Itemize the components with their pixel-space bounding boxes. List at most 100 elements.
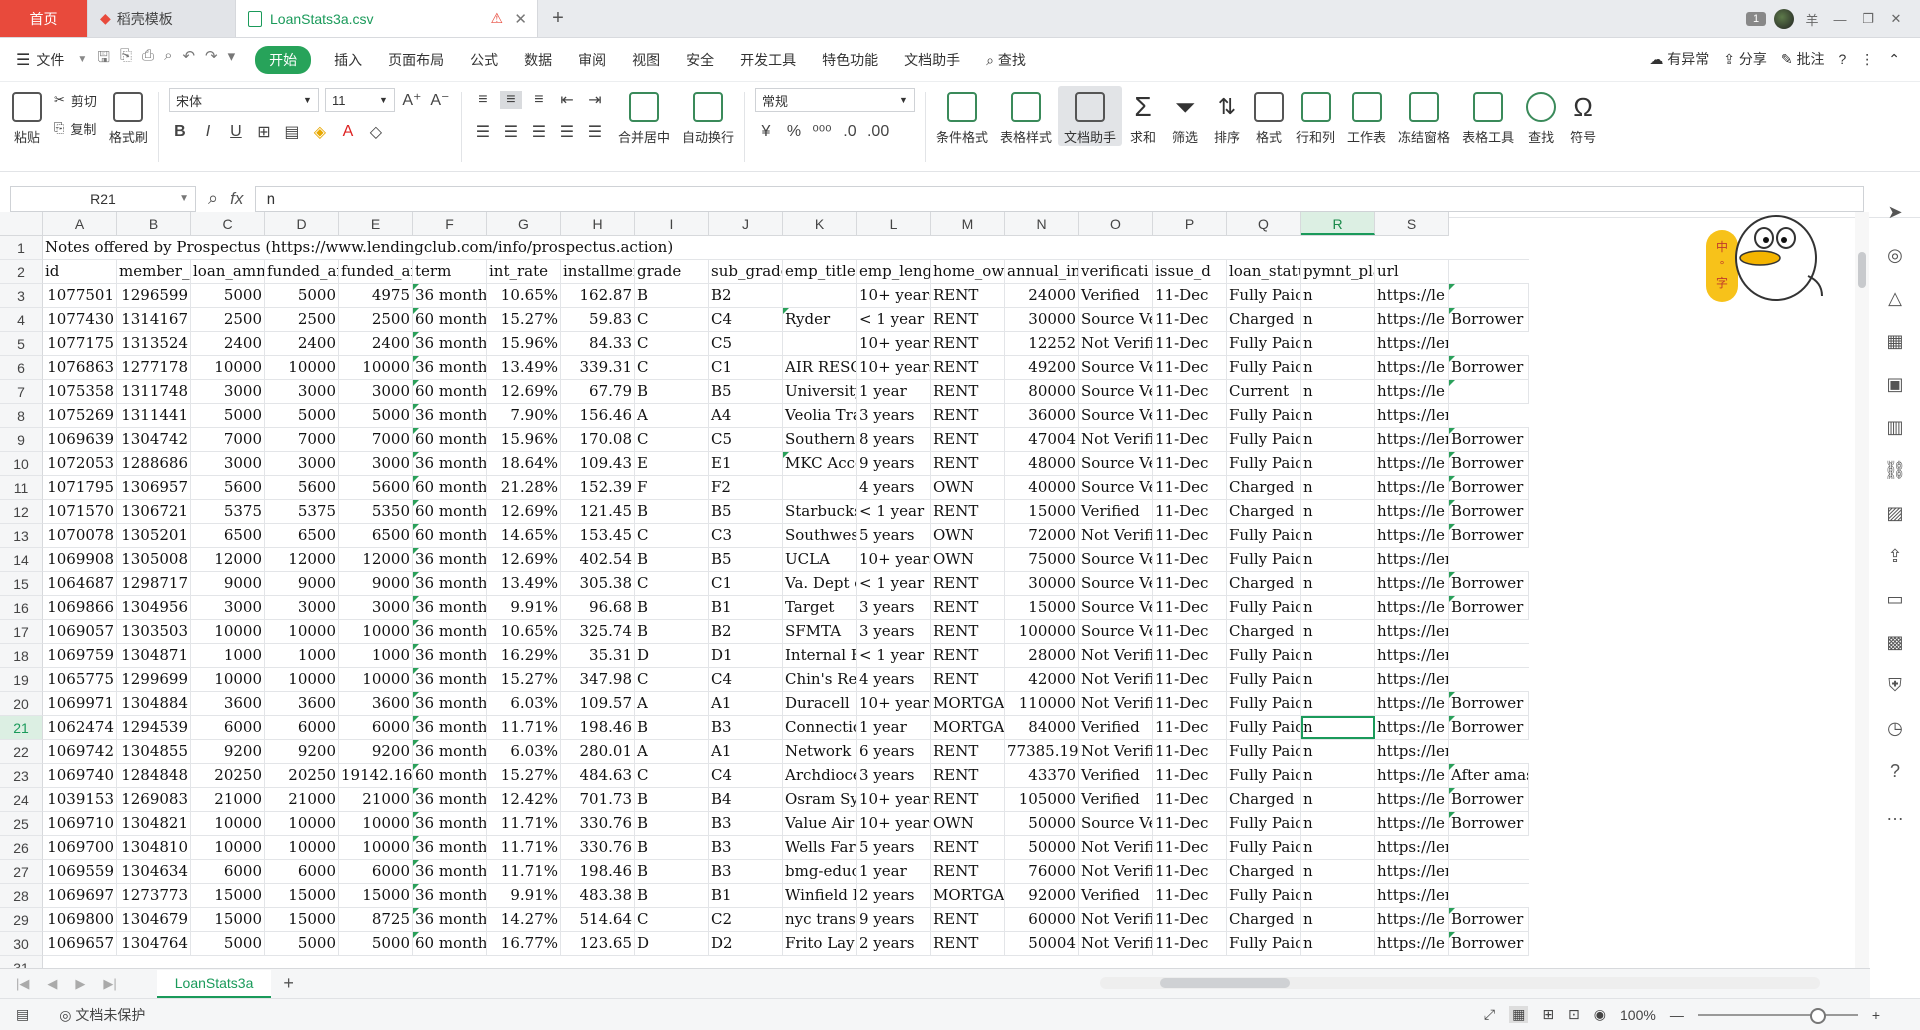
header-cell[interactable]: id <box>43 260 117 283</box>
table-cell[interactable]: 1288686 <box>117 452 191 475</box>
table-cell[interactable]: Fully Paic <box>1227 404 1301 427</box>
column-header-p[interactable]: P <box>1153 212 1227 235</box>
table-cell[interactable]: https://lendingclub. <box>1375 884 1449 907</box>
table-cell[interactable]: https://le <box>1375 596 1449 619</box>
table-cell[interactable]: 60 months <box>413 932 487 955</box>
table-cell[interactable]: 1069742 <box>43 740 117 763</box>
table-cell[interactable]: 4 years <box>857 476 931 499</box>
table-cell[interactable]: 5600 <box>339 476 413 499</box>
table-cell[interactable]: 1304679 <box>117 908 191 931</box>
currency-icon[interactable]: ¥ <box>755 123 777 141</box>
table-cell[interactable]: C3 <box>709 524 783 547</box>
table-cell[interactable]: 10+ years <box>857 356 931 379</box>
table-cell[interactable]: B1 <box>709 884 783 907</box>
table-cell[interactable]: 1311748 <box>117 380 191 403</box>
overflow-cell[interactable]: Borrower <box>1449 428 1529 451</box>
column-header-d[interactable]: D <box>265 212 339 235</box>
border-icon[interactable]: ⊞ <box>253 122 275 142</box>
table-cell[interactable]: Charged Of <box>1227 308 1301 331</box>
table-cell[interactable]: Not Verifi <box>1079 332 1153 355</box>
table-cell[interactable]: Not Verifi <box>1079 428 1153 451</box>
table-cell[interactable]: 36 months <box>413 908 487 931</box>
table-cell[interactable]: 9000 <box>339 572 413 595</box>
table-cell[interactable]: https://lendingclub. <box>1375 860 1449 883</box>
table-cell[interactable]: Va. Dept c <box>783 572 857 595</box>
table-cell[interactable]: 514.64 <box>561 908 635 931</box>
table-cell[interactable]: 5000 <box>191 932 265 955</box>
table-cell[interactable]: 1069657 <box>43 932 117 955</box>
row-header[interactable]: 18 <box>0 644 43 668</box>
table-cell[interactable]: n <box>1301 788 1375 811</box>
new-tab-button[interactable]: + <box>538 0 578 37</box>
table-cell[interactable]: Verified <box>1079 284 1153 307</box>
zoom-slider[interactable] <box>1697 1007 1858 1024</box>
table-cell[interactable]: 3000 <box>265 380 339 403</box>
table-cell[interactable]: n <box>1301 428 1375 451</box>
zoom-formula-icon[interactable]: ⌕ <box>208 188 218 209</box>
table-cell[interactable]: 21000 <box>191 788 265 811</box>
row-header[interactable]: 19 <box>0 668 43 692</box>
table-cell[interactable]: 484.63 <box>561 764 635 787</box>
table-cell[interactable]: Charged Of <box>1227 860 1301 883</box>
link-icon[interactable]: ⛓ <box>1884 460 1907 481</box>
column-header-a[interactable]: A <box>43 212 117 235</box>
table-cell[interactable]: 75000 <box>1005 548 1079 571</box>
table-cell[interactable]: Not Verifi <box>1079 644 1153 667</box>
row-header[interactable]: 11 <box>0 476 43 500</box>
table-cell[interactable]: 11-Dec <box>1153 452 1227 475</box>
table-cell[interactable]: A4 <box>709 404 783 427</box>
table-cell[interactable]: C <box>635 668 709 691</box>
share-icon[interactable]: ⇪ <box>1887 546 1902 567</box>
select-all-corner[interactable] <box>0 212 43 235</box>
header-cell[interactable]: verificati <box>1079 260 1153 283</box>
page-view-icon[interactable]: ⊞ <box>1542 1006 1554 1023</box>
table-cell[interactable]: Charged Of <box>1227 620 1301 643</box>
table-cell[interactable]: B1 <box>709 596 783 619</box>
table-cell[interactable]: Source Ver <box>1079 308 1153 331</box>
table-cell[interactable]: 1071795 <box>43 476 117 499</box>
header-cell[interactable]: pymnt_plar <box>1301 260 1375 283</box>
table-cell[interactable]: RENT <box>931 740 1005 763</box>
row-header[interactable]: 28 <box>0 884 43 908</box>
table-cell[interactable]: 67.79 <box>561 380 635 403</box>
table-cell[interactable]: 11-Dec <box>1153 716 1227 739</box>
table-cell[interactable]: Source Ver <box>1079 548 1153 571</box>
shield-icon[interactable]: ⛨ <box>1888 675 1902 696</box>
table-cell[interactable]: Source Ver <box>1079 452 1153 475</box>
table-cell[interactable]: n <box>1301 572 1375 595</box>
table-cell[interactable]: 1304634 <box>117 860 191 883</box>
table-cell[interactable]: 6.03% <box>487 692 561 715</box>
table-cell[interactable]: 12.69% <box>487 548 561 571</box>
eye-icon[interactable]: ◉ <box>1594 1006 1606 1023</box>
table-cell[interactable]: 9000 <box>265 572 339 595</box>
table-cell[interactable]: 10+ years <box>857 548 931 571</box>
cell-style-icon[interactable]: ▤ <box>281 122 303 142</box>
align-center-icon[interactable]: ☰ <box>500 122 522 142</box>
table-cell[interactable]: n <box>1301 356 1375 379</box>
table-cell[interactable]: 11-Dec <box>1153 284 1227 307</box>
table-cell[interactable]: 10+ years <box>857 788 931 811</box>
table-cell[interactable]: 6 years <box>857 740 931 763</box>
table-cell[interactable]: 6000 <box>191 716 265 739</box>
header-cell[interactable]: grade <box>635 260 709 283</box>
table-cell[interactable]: RENT <box>931 500 1005 523</box>
table-cell[interactable]: 1069866 <box>43 596 117 619</box>
table-cell[interactable]: 9 years <box>857 452 931 475</box>
table-cell[interactable]: 1296599 <box>117 284 191 307</box>
overflow-cell[interactable]: Borrower <box>1449 476 1529 499</box>
table-cell[interactable]: 36 months <box>413 284 487 307</box>
table-cell[interactable]: 1304810 <box>117 836 191 859</box>
table-cell[interactable]: B3 <box>709 716 783 739</box>
table-cell[interactable]: n <box>1301 692 1375 715</box>
table-cell[interactable]: 14.65% <box>487 524 561 547</box>
table-cell[interactable]: 9200 <box>339 740 413 763</box>
table-cell[interactable]: 11-Dec <box>1153 572 1227 595</box>
table-cell[interactable]: < 1 year <box>857 308 931 331</box>
table-cell[interactable]: 3000 <box>191 452 265 475</box>
table-cell[interactable]: Not Verifi <box>1079 524 1153 547</box>
align-bottom-icon[interactable]: ≡ <box>528 91 550 109</box>
table-cell[interactable]: https://lendingclub. <box>1375 644 1449 667</box>
table-cell[interactable]: 339.31 <box>561 356 635 379</box>
picture-icon[interactable]: ▩ <box>1886 632 1903 653</box>
table-cell[interactable]: 330.76 <box>561 812 635 835</box>
